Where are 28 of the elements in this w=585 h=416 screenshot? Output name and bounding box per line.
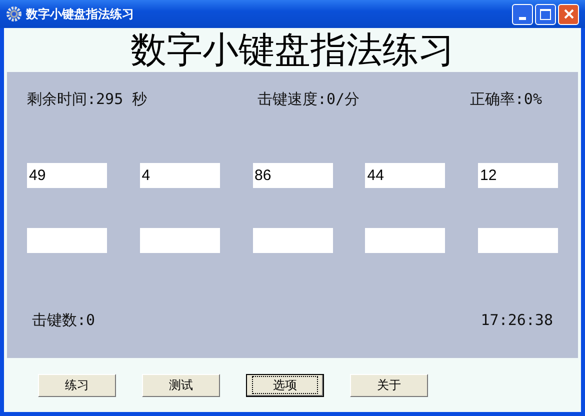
minimize-button[interactable] [512, 4, 533, 24]
answer-field[interactable] [478, 228, 558, 253]
number-field[interactable]: 4 [140, 163, 220, 188]
number-field[interactable]: 86 [252, 163, 332, 188]
remaining-time-text: 剩余时间:295 秒 [27, 90, 148, 109]
action-button[interactable]: 练习 [38, 374, 116, 397]
answer-field[interactable] [140, 228, 220, 253]
number-field[interactable]: 12 [478, 163, 558, 188]
window-title: 数字小键盘指法练习 [26, 6, 134, 22]
action-button[interactable]: 测试 [142, 374, 220, 397]
accuracy-text: 正确率:0% [470, 90, 542, 109]
answer-field[interactable] [27, 228, 107, 253]
app-heading: 数字小键盘指法练习 [130, 28, 454, 72]
close-button[interactable] [558, 4, 579, 24]
maximize-button[interactable] [535, 4, 556, 24]
gear-icon [6, 6, 22, 22]
answer-field[interactable] [252, 228, 332, 253]
typing-speed-text: 击键速度:0/分 [257, 90, 360, 109]
answer-field[interactable] [365, 228, 446, 253]
action-button[interactable]: 关于 [350, 374, 428, 397]
action-button[interactable]: 选项 [246, 374, 324, 397]
maximize-icon [540, 8, 551, 20]
number-field[interactable]: 44 [365, 163, 446, 188]
keystroke-count: 击键数:0 [32, 311, 96, 330]
minimize-icon [519, 16, 526, 20]
close-icon [564, 9, 574, 19]
number-field[interactable]: 49 [27, 163, 107, 188]
clock-text: 17:26:38 [480, 311, 553, 330]
